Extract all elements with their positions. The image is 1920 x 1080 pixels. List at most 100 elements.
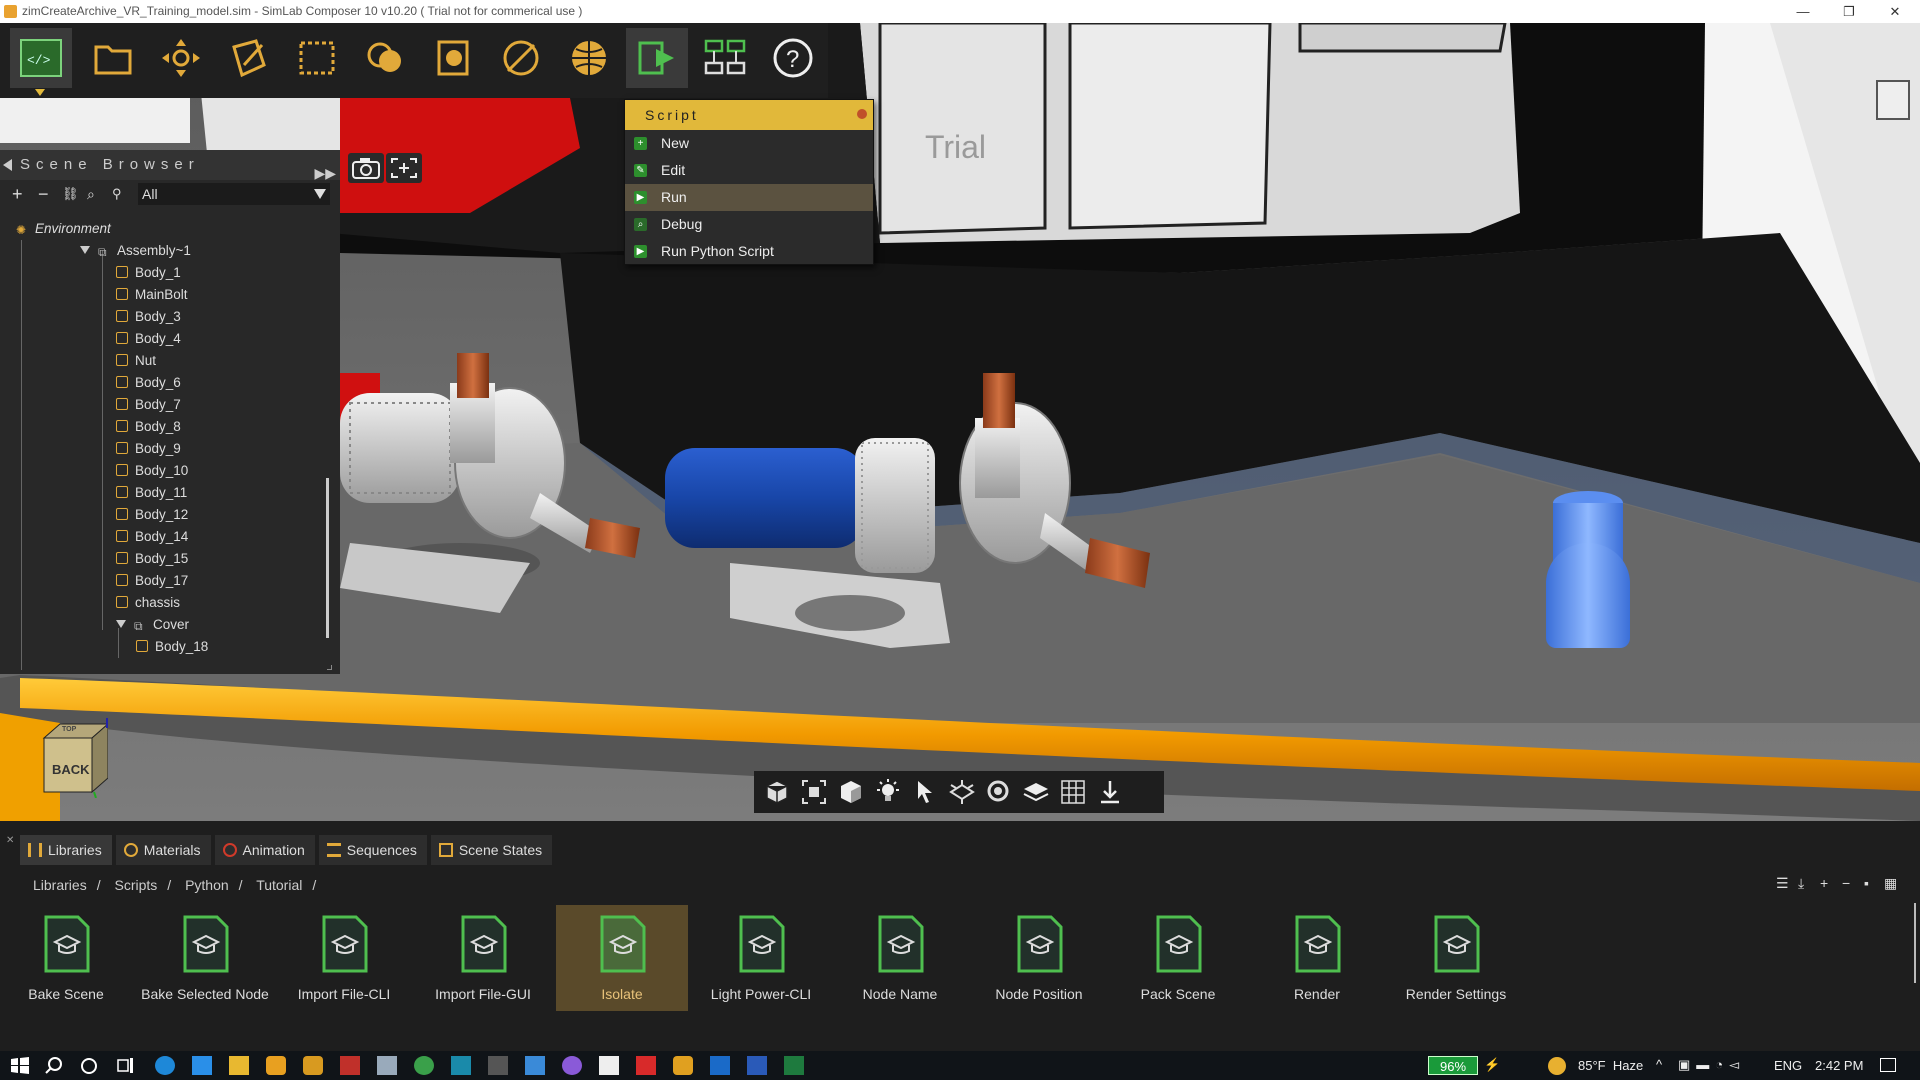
breadcrumb-libraries[interactable]: Libraries [33,877,87,893]
library-scrollbar[interactable] [1914,903,1916,983]
language-indicator[interactable]: ENG [1774,1058,1802,1073]
library-item[interactable]: Render Settings [1390,905,1522,1011]
explode-button[interactable] [943,774,980,810]
edge-icon[interactable] [155,1056,175,1075]
file-explorer-icon[interactable] [229,1056,249,1075]
library-item[interactable]: Import File-GUI [417,905,549,1011]
minimize-button[interactable]: — [1780,0,1826,23]
app-doc-icon[interactable] [488,1056,508,1075]
task-view-icon[interactable] [115,1056,135,1075]
simlab-icon[interactable] [266,1056,286,1075]
library-item[interactable]: Node Position [973,905,1105,1011]
battery-indicator[interactable]: 96% [1428,1056,1478,1075]
tree-item-body[interactable]: Body_11 [116,482,187,504]
library-item[interactable]: Isolate [556,905,688,1011]
script-editor-button[interactable]: </> [10,28,72,88]
weather-icon[interactable] [1548,1057,1566,1075]
menu-item-run-python-script[interactable]: ▶ Run Python Script [625,238,873,265]
library-item[interactable]: Bake Scene [0,905,132,1011]
fit-view-button[interactable] [386,153,422,183]
add-icon[interactable]: + [1820,875,1828,891]
search-icon[interactable]: ⌕ [87,180,95,208]
breadcrumb-python[interactable]: Python [185,877,229,893]
clock[interactable]: 2:42 PM [1815,1058,1863,1073]
tray-icons[interactable]: ▣▬◔◅ [1678,1057,1745,1073]
environment-button[interactable] [558,28,620,88]
automation-button[interactable] [694,28,756,88]
expand-arrow-icon[interactable] [116,620,126,628]
tree-item-body[interactable]: Body_12 [116,504,188,526]
snapshot-button[interactable] [348,153,384,183]
breadcrumb-scripts[interactable]: Scripts [114,877,157,893]
library-item[interactable]: Import File-CLI [278,905,410,1011]
outlook-icon[interactable] [710,1056,730,1075]
tree-item-body[interactable]: Body_9 [116,438,181,460]
start-icon[interactable] [10,1056,30,1075]
tree-item-body[interactable]: Body_3 [116,306,181,328]
cortana-icon[interactable] [79,1056,99,1075]
search-icon[interactable] [44,1056,64,1075]
help-button[interactable]: ? [762,28,824,88]
tree-scrollbar[interactable] [326,478,329,638]
word-icon[interactable] [747,1056,767,1075]
download-icon[interactable]: ⤓ [1798,875,1804,892]
transform-button[interactable] [150,28,212,88]
menu-item-run[interactable]: ▶ Run [625,184,873,211]
maximize-button[interactable]: ❐ [1826,0,1872,23]
tree-item-body[interactable]: Nut [116,350,156,372]
edit-tools-button[interactable] [218,28,280,88]
script-button[interactable] [626,28,688,88]
library-item[interactable]: Light Power-CLI [695,905,827,1011]
app-window-icon[interactable] [525,1056,545,1075]
tray-chevron-icon[interactable]: ^ [1656,1057,1662,1072]
remove-icon[interactable]: − [1842,875,1850,891]
filezilla-icon[interactable] [636,1056,656,1075]
grid-view-icon[interactable]: ▦ [1884,875,1897,892]
app-shield-icon[interactable] [340,1056,360,1075]
materials-button[interactable] [354,28,416,88]
simlab-2-icon[interactable] [303,1056,323,1075]
tree-item-body[interactable]: chassis [116,592,180,614]
add-icon[interactable]: + [12,180,23,208]
tree-item-assembly[interactable]: ⧉ Cover [116,614,189,636]
tab-scene-states[interactable]: Scene States [430,835,553,865]
tree-item-body[interactable]: Body_14 [116,526,188,548]
chrome-icon[interactable] [414,1056,434,1075]
view-mode-button[interactable] [758,774,795,810]
app-blue-icon[interactable] [451,1056,471,1075]
tab-sequences[interactable]: Sequences [318,835,427,865]
tree-item-body[interactable]: Body_8 [116,416,181,438]
layers-button[interactable] [1017,774,1054,810]
hierarchy-icon[interactable]: ⚲ [112,180,122,208]
notifications-icon[interactable] [1880,1058,1896,1072]
expand-arrow-icon[interactable] [80,246,90,254]
tree-item-body[interactable]: Body_15 [116,548,188,570]
file-button[interactable] [82,28,144,88]
tree-item-body[interactable]: Body_4 [116,328,181,350]
tree-item-body[interactable]: Body_10 [116,460,188,482]
library-item[interactable]: Node Name [834,905,966,1011]
tree-item-body[interactable]: Body_18 [136,636,208,658]
sections-button[interactable] [490,28,552,88]
tree-item-assembly[interactable]: ⧉ Assembly~1 [80,240,191,262]
library-item[interactable]: Pack Scene [1112,905,1244,1011]
panel-close-icon[interactable]: ✕ [6,835,14,846]
tree-item-body[interactable]: Body_17 [116,570,188,592]
tree-item-environment[interactable]: ✺ Environment [16,218,111,240]
menu-item-debug[interactable]: ⌕ Debug [625,211,873,238]
library-item[interactable]: Bake Selected Node [139,905,271,1011]
zoom-button[interactable] [980,774,1017,810]
breadcrumb-tutorial[interactable]: Tutorial [256,877,302,893]
collapse-left-icon[interactable] [3,159,12,171]
excel-icon[interactable] [784,1056,804,1075]
close-button[interactable]: ✕ [1872,0,1918,23]
link-icon[interactable]: ⛓ [62,180,79,208]
weather-text[interactable]: 85°F Haze [1578,1058,1643,1073]
tab-materials[interactable]: Materials [115,835,211,865]
library-item[interactable]: Render [1251,905,1383,1011]
pin-icon[interactable] [857,109,867,119]
tree-item-body[interactable]: Body_6 [116,372,181,394]
simlab-active-icon[interactable] [673,1056,693,1075]
save-icon[interactable]: ▪ [1864,875,1869,891]
lights-button[interactable] [869,774,906,810]
